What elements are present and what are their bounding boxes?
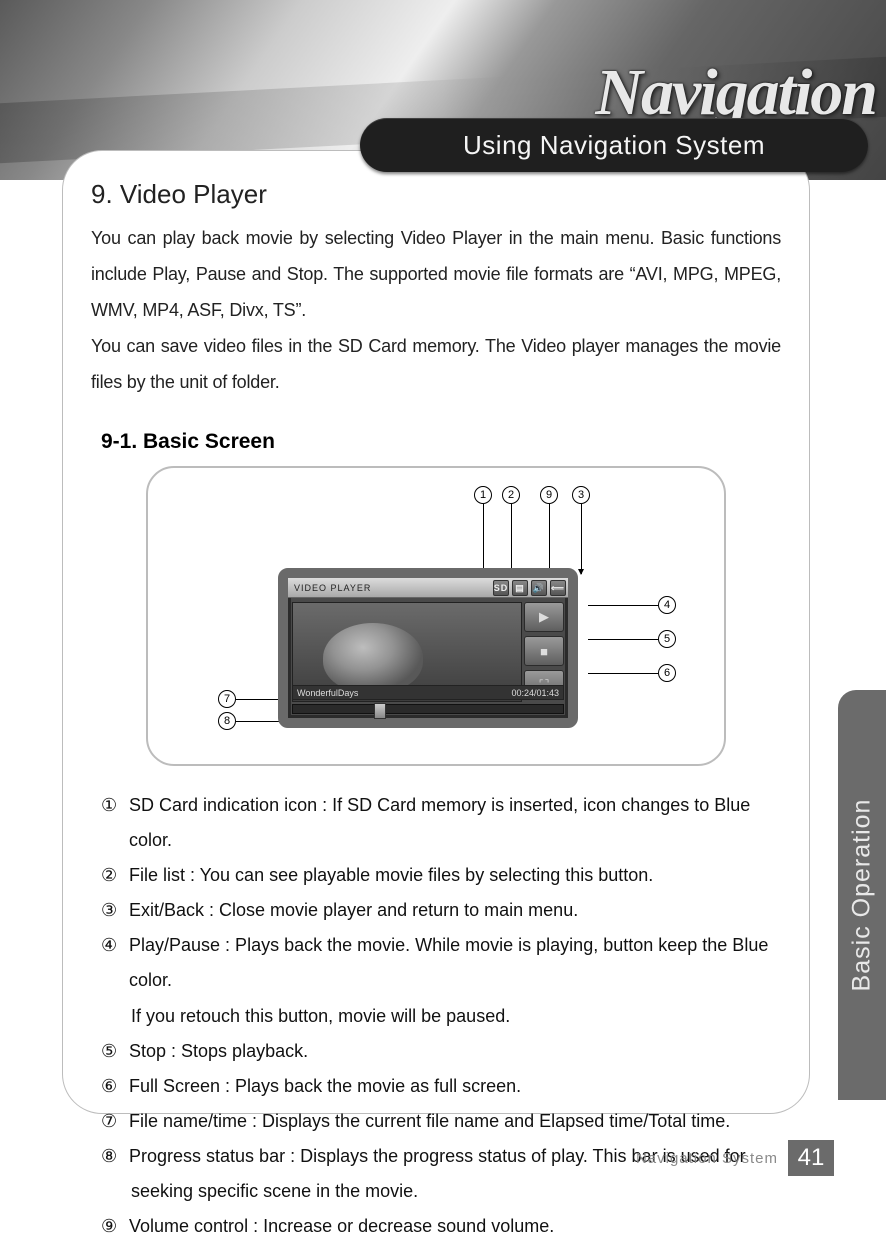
desc-number: ③ [101, 893, 123, 928]
leader-4 [588, 605, 658, 606]
intro-paragraph-2: You can save video files in the SD Card … [91, 328, 781, 400]
desc-text: SD Card indication icon : If SD Card mem… [129, 788, 781, 858]
page-number: 41 [788, 1140, 834, 1176]
desc-number: ① [101, 788, 123, 858]
chapter-pill: Using Navigation System [360, 118, 868, 172]
desc-text: File name/time : Displays the current fi… [129, 1104, 781, 1139]
desc-number: ⑦ [101, 1104, 123, 1139]
play-button-icon: ▶ [524, 602, 564, 632]
player-footer: WonderfulDays 00:24/01:43 [292, 685, 564, 700]
desc-text: Exit/Back : Close movie player and retur… [129, 893, 781, 928]
footer-label: Navigation System [636, 1150, 778, 1167]
subsection-title: 9-1. Basic Screen [91, 430, 781, 454]
leader-3 [581, 504, 582, 574]
player-titlebar: VIDEO PLAYER SD ▤ 🔊 ⟸ [288, 578, 568, 598]
desc-text: seeking specific scene in the movie. [131, 1174, 781, 1209]
desc-text: Full Screen : Plays back the movie as fu… [129, 1069, 781, 1104]
video-player-mock: VIDEO PLAYER SD ▤ 🔊 ⟸ ▶ ■ ⛶ WonderfulDay… [278, 568, 578, 728]
callout-7: 7 [218, 690, 236, 708]
leader-9 [549, 504, 550, 574]
callout-8: 8 [218, 712, 236, 730]
player-time: 00:24/01:43 [511, 688, 559, 698]
screen-diagram: 1 2 9 3 4 5 6 7 8 VIDEO PLAYER SD ▤ 🔊 [146, 466, 726, 766]
side-tab: Basic Operation [838, 690, 886, 1100]
content-panel: 9. Video Player You can play back movie … [62, 150, 810, 1114]
desc-number: ② [101, 858, 123, 893]
desc-number: ⑤ [101, 1034, 123, 1069]
desc-row: ④Play/Pause : Plays back the movie. Whil… [101, 928, 781, 998]
progress-bar [292, 704, 564, 714]
player-title-text: VIDEO PLAYER [294, 583, 371, 593]
desc-text: Volume control : Increase or decrease so… [129, 1209, 781, 1244]
desc-text: Stop : Stops playback. [129, 1034, 781, 1069]
page-footer: Navigation System 41 [636, 1140, 834, 1176]
desc-text: File list : You can see playable movie f… [129, 858, 781, 893]
callout-4: 4 [658, 596, 676, 614]
desc-row: ⑤Stop : Stops playback. [101, 1034, 781, 1069]
desc-number: ④ [101, 928, 123, 998]
leader-1 [483, 504, 484, 574]
player-filename: WonderfulDays [297, 688, 358, 698]
desc-row: ⑨Volume control : Increase or decrease s… [101, 1209, 781, 1244]
chapter-pill-label: Using Navigation System [463, 130, 765, 161]
desc-row: ③Exit/Back : Close movie player and retu… [101, 893, 781, 928]
desc-row: seeking specific scene in the movie. [101, 1174, 781, 1209]
desc-row: ⑦File name/time : Displays the current f… [101, 1104, 781, 1139]
leader-5 [588, 639, 658, 640]
filelist-icon: ▤ [512, 580, 528, 596]
callout-1: 1 [474, 486, 492, 504]
sd-icon: SD [493, 580, 509, 596]
desc-number: ⑨ [101, 1209, 123, 1244]
volume-icon: 🔊 [531, 580, 547, 596]
stop-button-icon: ■ [524, 636, 564, 666]
desc-row: ②File list : You can see playable movie … [101, 858, 781, 893]
callout-9: 9 [540, 486, 558, 504]
section-title: 9. Video Player [91, 179, 781, 210]
desc-row: ⑥Full Screen : Plays back the movie as f… [101, 1069, 781, 1104]
desc-row: If you retouch this button, movie will b… [101, 999, 781, 1034]
leader-2 [511, 504, 512, 574]
desc-row: ①SD Card indication icon : If SD Card me… [101, 788, 781, 858]
leader-6 [588, 673, 658, 674]
desc-text: If you retouch this button, movie will b… [131, 999, 781, 1034]
desc-number: ⑥ [101, 1069, 123, 1104]
callout-5: 5 [658, 630, 676, 648]
callout-6: 6 [658, 664, 676, 682]
desc-text: Play/Pause : Plays back the movie. While… [129, 928, 781, 998]
back-icon: ⟸ [550, 580, 566, 596]
callout-3: 3 [572, 486, 590, 504]
side-tab-label: Basic Operation [848, 799, 877, 992]
intro-paragraph-1: You can play back movie by selecting Vid… [91, 220, 781, 328]
callout-2: 2 [502, 486, 520, 504]
desc-number: ⑧ [101, 1139, 123, 1174]
